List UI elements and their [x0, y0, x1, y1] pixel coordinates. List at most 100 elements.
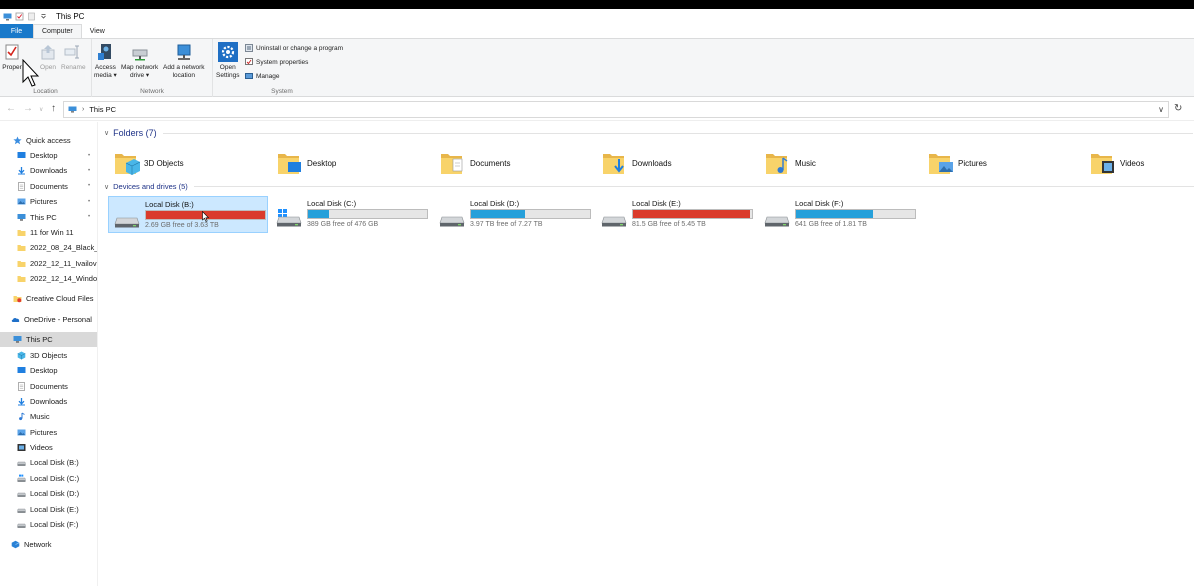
ribbon-group-location: Proper Open Rename Location — [0, 39, 92, 97]
map-network-drive-icon — [132, 49, 148, 61]
nav-network[interactable]: Network — [0, 537, 97, 552]
folder-tile-3d-objects[interactable]: 3D Objects — [114, 146, 184, 180]
back-arrow-icon[interactable]: ← — [6, 103, 16, 114]
hard-disk-icon — [17, 505, 26, 514]
screen-top-band — [0, 0, 1194, 9]
nav-item-local-disk-f-[interactable]: Local Disk (F:) — [0, 517, 97, 532]
nav-item-label: Network — [24, 540, 52, 549]
rename-button[interactable]: Rename — [61, 42, 86, 72]
nav-item-label: This PC — [30, 212, 57, 222]
drive-free-space: 2.69 GB free of 3.63 TB — [145, 222, 219, 229]
nav-item-videos[interactable]: Videos — [0, 440, 97, 455]
nav-item-local-disk-d-[interactable]: Local Disk (D:) — [0, 486, 97, 501]
devices-section-header[interactable]: ∨ Devices and drives (5) — [104, 182, 1194, 191]
open-settings-label-2: Settings — [216, 72, 240, 79]
drive-usage-fill — [633, 210, 751, 218]
videos-icon — [17, 443, 26, 452]
nav-item-2022-08-24-black-s[interactable]: 2022_08_24_Black_S — [0, 240, 97, 255]
system-properties-button[interactable]: System properties — [245, 58, 308, 66]
folder-tile-videos[interactable]: Videos — [1090, 146, 1144, 180]
drive-tile-local-disk-e-[interactable]: Local Disk (E:) 81.5 GB free of 5.45 TB — [596, 196, 756, 233]
settings-gear-icon — [217, 42, 238, 62]
nav-item-music[interactable]: Music — [0, 409, 97, 424]
nav-item-this-pc[interactable]: This PC • — [0, 210, 97, 225]
customize-toolbar-icon[interactable] — [39, 12, 48, 21]
add-network-location-button[interactable]: Add a network location — [163, 42, 205, 80]
drive-tile-local-disk-d-[interactable]: Local Disk (D:) 3.97 TB free of 7.27 TB — [434, 196, 594, 233]
access-media-button[interactable]: Access media ▾ — [94, 42, 117, 80]
folders-section-header[interactable]: ∨ Folders (7) — [104, 128, 1193, 138]
nav-item-local-disk-b-[interactable]: Local Disk (B:) — [0, 455, 97, 470]
hard-disk-icon — [17, 458, 26, 467]
documents-icon — [17, 181, 26, 191]
drive-name: Local Disk (B:) — [145, 200, 194, 209]
folder-name: 3D Objects — [144, 158, 184, 168]
tab-file[interactable]: File — [0, 24, 33, 38]
map-network-drive-button[interactable]: Map network drive ▾ — [121, 42, 158, 80]
nav-quick-access[interactable]: Quick access — [0, 133, 97, 148]
nav-item-downloads[interactable]: Downloads — [0, 394, 97, 409]
refresh-icon[interactable]: ↻ — [1174, 103, 1182, 114]
drive-tile-local-disk-b-[interactable]: Local Disk (B:) 2.69 GB free of 3.63 TB — [108, 196, 268, 233]
manage-icon — [245, 73, 253, 79]
nav-this-pc[interactable]: This PC — [0, 332, 97, 347]
creative-cloud-folder-icon — [13, 294, 22, 303]
nav-item-desktop[interactable]: Desktop — [0, 363, 97, 378]
nav-item-11-for-win-11[interactable]: 11 for Win 11 — [0, 225, 97, 240]
documents-icon — [17, 381, 26, 391]
uninstall-program-button[interactable]: Uninstall or change a program — [245, 44, 343, 52]
drive-tile-local-disk-f-[interactable]: Local Disk (F:) 641 GB free of 1.81 TB — [759, 196, 919, 233]
recent-locations-chevron-icon[interactable]: ∨ — [39, 106, 43, 113]
manage-label: Manage — [256, 72, 280, 80]
folder-tile-music[interactable]: Music — [765, 146, 816, 180]
folder-tile-pictures[interactable]: Pictures — [928, 146, 987, 180]
forward-arrow-icon[interactable]: → — [23, 103, 33, 114]
properties-button[interactable]: Proper — [2, 42, 22, 72]
nav-item-documents[interactable]: Documents • — [0, 179, 97, 194]
new-folder-quick-icon[interactable] — [27, 12, 36, 21]
nav-onedrive-personal[interactable]: OneDrive - Personal — [0, 312, 97, 327]
hard-disk-icon — [763, 208, 791, 228]
nav-creative-cloud-files[interactable]: Creative Cloud Files — [0, 291, 97, 306]
properties-quick-icon[interactable] — [15, 12, 24, 21]
nav-item-2022-12-14-windo[interactable]: 2022_12_14_Windo — [0, 271, 97, 286]
nav-item-pictures[interactable]: Pictures — [0, 425, 97, 440]
path-segment-this-pc[interactable]: This PC — [89, 105, 116, 114]
drive-free-space: 81.5 GB free of 5.45 TB — [632, 221, 706, 228]
address-dropdown-chevron-icon[interactable]: ∨ — [1158, 105, 1164, 114]
desktop-icon — [17, 366, 26, 375]
drive-usage-fill — [471, 210, 525, 218]
3d-objects-icon — [17, 351, 26, 360]
nav-item-documents[interactable]: Documents — [0, 379, 97, 394]
nav-item-local-disk-e-[interactable]: Local Disk (E:) — [0, 502, 97, 517]
drive-usage-fill — [308, 210, 330, 218]
nav-item-2022-12-11-ivailov[interactable]: 2022_12_11_Ivailov — [0, 256, 97, 271]
folder-tile-documents[interactable]: Documents — [440, 146, 510, 180]
address-path-box[interactable]: › This PC ∨ — [63, 101, 1169, 118]
drive-tile-local-disk-c-[interactable]: Local Disk (C:) 389 GB free of 476 GB — [271, 196, 431, 233]
nav-item-label: OneDrive - Personal — [24, 315, 92, 324]
onedrive-cloud-icon — [11, 315, 20, 324]
nav-item-desktop[interactable]: Desktop • — [0, 148, 97, 163]
3d-objects-folder-icon — [114, 149, 141, 177]
navigation-pane: Quick access Desktop • Downloads • Documents •… — [0, 122, 98, 586]
open-settings-label-1: Open — [219, 64, 236, 71]
manage-button[interactable]: Manage — [245, 72, 280, 80]
folder-icon — [17, 259, 26, 268]
tab-computer[interactable]: Computer — [33, 24, 82, 38]
drive-free-space: 389 GB free of 476 GB — [307, 221, 379, 228]
tab-view[interactable]: View — [82, 24, 113, 38]
folder-tile-desktop[interactable]: Desktop — [277, 146, 336, 180]
open-settings-button[interactable]: Open Settings — [216, 42, 240, 80]
nav-item-local-disk-c-[interactable]: Local Disk (C:) — [0, 471, 97, 486]
windows-system-disk-icon — [275, 208, 303, 228]
collapse-chevron-icon: ∨ — [104, 183, 110, 191]
nav-item-downloads[interactable]: Downloads • — [0, 163, 97, 178]
drive-name: Local Disk (E:) — [632, 199, 681, 208]
folder-tile-downloads[interactable]: Downloads — [602, 146, 672, 180]
nav-item-3d-objects[interactable]: 3D Objects — [0, 348, 97, 363]
hard-disk-icon — [113, 209, 141, 229]
up-arrow-icon[interactable]: ↑ — [51, 103, 56, 114]
system-properties-icon — [245, 58, 253, 65]
nav-item-pictures[interactable]: Pictures • — [0, 194, 97, 209]
